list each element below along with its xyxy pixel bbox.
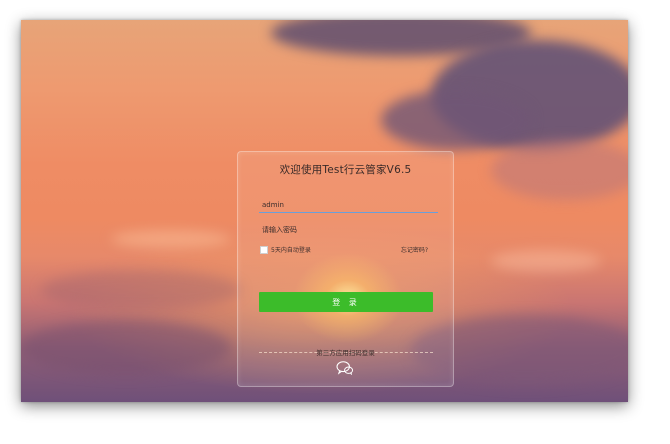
cloud: [381, 90, 531, 150]
remember-checkbox[interactable]: [260, 245, 268, 254]
username-input[interactable]: [259, 198, 438, 213]
remember-me[interactable]: 5天内自动登录: [260, 245, 311, 254]
cloud: [491, 140, 628, 200]
login-title: 欢迎使用Test行云管家V6.5: [279, 164, 412, 176]
background-sunset: 欢迎使用Test行云管家V6.5 5天内自动登录 忘记密码? 登 录 第三方应用…: [21, 20, 628, 402]
third-party-login-label: 第三方应用扫码登录: [238, 347, 453, 357]
remember-label: 5天内自动登录: [271, 247, 311, 254]
forgot-password-link[interactable]: 忘记密码?: [401, 245, 428, 254]
third-party-text: 第三方应用扫码登录: [316, 349, 375, 357]
cloud: [111, 230, 231, 248]
login-panel: 欢迎使用Test行云管家V6.5 5天内自动登录 忘记密码? 登 录 第三方应用…: [237, 151, 454, 387]
login-button[interactable]: 登 录: [259, 292, 433, 312]
wechat-icon[interactable]: [336, 360, 354, 376]
cloud: [41, 270, 241, 310]
cloud: [21, 320, 231, 375]
cloud: [491, 250, 601, 272]
password-input[interactable]: [259, 223, 438, 237]
